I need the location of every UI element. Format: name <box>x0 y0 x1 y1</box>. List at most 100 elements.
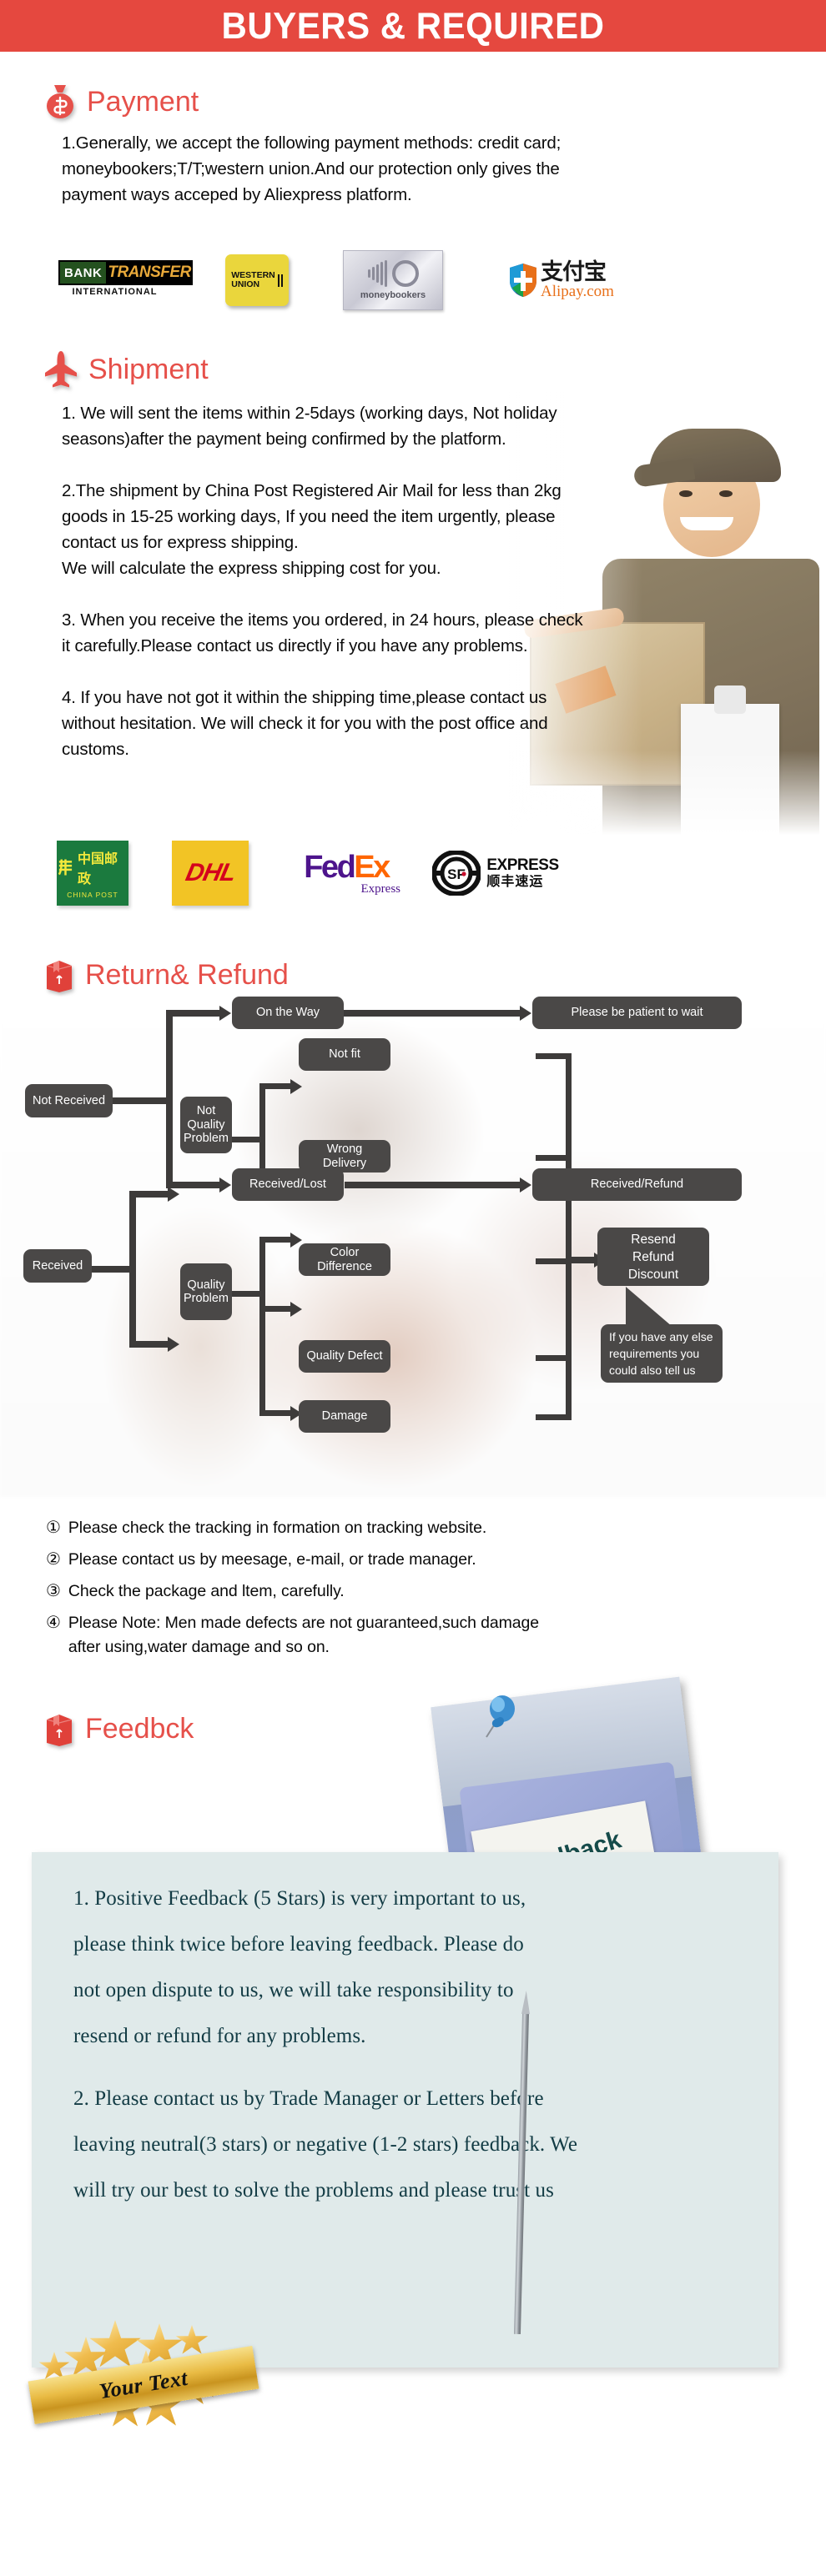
connector <box>166 1010 221 1017</box>
section-heading-payment: Payment <box>43 83 199 120</box>
return-refund-flowchart: Not Received On the Way Please be patien… <box>0 997 826 1497</box>
flow-node-damage: Damage <box>299 1400 390 1433</box>
airplane-icon <box>43 350 78 389</box>
arrow-head-icon <box>168 1337 179 1352</box>
flow-node-wrong-delivery: Wrong Delivery <box>299 1140 390 1173</box>
china-post-logo: 中国邮政 CHINA POST <box>57 841 128 906</box>
dhl-wordmark: DHL <box>183 859 238 886</box>
alipay-chinese-wordmark: 支付宝 <box>541 259 607 284</box>
connector <box>566 1257 596 1263</box>
flow-node-any-else-requirements: If you have any else requirements you co… <box>601 1324 723 1383</box>
section-heading-feedback: Feedbck <box>43 1711 194 1746</box>
alipay-logo: 支付宝 Alipay.com <box>495 254 628 306</box>
shipment-logo-row: 中国邮政 CHINA POST DHL FedEx Express SF EXP… <box>57 838 808 908</box>
connector <box>259 1237 265 1416</box>
sf-express-text: EXPRESS <box>486 856 559 874</box>
flow-node-please-be-patient: Please be patient to wait <box>532 997 742 1029</box>
badge-ribbon-text: Your Text <box>97 2365 189 2404</box>
fedex-ex-text: Ex <box>354 849 390 885</box>
flow-node-color-difference: Color Difference <box>299 1243 390 1276</box>
connector <box>536 1053 572 1059</box>
connector <box>259 1410 292 1416</box>
flow-node-not-received: Not Received <box>25 1084 113 1117</box>
section-heading-return-refund: Return& Refund <box>43 957 289 992</box>
note-text: Check the package and ltem, carefully. <box>68 1582 345 1600</box>
note-item: ④ Please Note: Men made defects are not … <box>46 1611 797 1660</box>
dhl-logo: DHL <box>172 841 249 906</box>
western-union-logo: WESTERN UNION <box>225 254 289 306</box>
wu-line-2: UNION <box>231 279 260 289</box>
connector <box>230 1291 264 1297</box>
connector <box>345 1182 521 1188</box>
note-number: ③ <box>46 1582 61 1600</box>
china-post-chinese-text: 中国邮政 <box>77 852 118 886</box>
note-number: ② <box>46 1550 61 1569</box>
note-number: ① <box>46 1519 61 1537</box>
connector <box>129 1341 169 1348</box>
section-title-return-refund: Return& Refund <box>85 958 289 991</box>
your-text-star-badge: Your Text <box>23 2318 274 2443</box>
connector <box>566 1053 572 1420</box>
note-number: ④ <box>46 1614 61 1632</box>
note-text: Please Note: Men made defects are not gu… <box>68 1614 540 1656</box>
carton-box-icon <box>43 1711 75 1746</box>
connector <box>90 1266 133 1273</box>
connector <box>536 1155 572 1161</box>
alipay-com-wordmark: Alipay.com <box>541 283 614 300</box>
note-item: ③ Check the package and ltem, carefully. <box>46 1579 797 1604</box>
flow-node-not-fit: Not fit <box>299 1038 390 1071</box>
bank-transfer-logo: BANK TRANSFER INTERNATIONAL <box>58 260 193 300</box>
sf-express-logo: SF EXPRESS 顺丰速运 <box>431 844 559 902</box>
buyers-required-page: BUYERS & REQUIRED Payment 1.Generally, w… <box>0 0 826 2576</box>
moneybookers-logo: moneybookers <box>343 250 443 310</box>
section-title-payment: Payment <box>87 85 199 118</box>
push-pin-icon <box>486 1695 515 1738</box>
note-item: ① Please check the tracking in formation… <box>46 1516 797 1540</box>
china-post-emblem-icon <box>58 859 73 876</box>
page-header: BUYERS & REQUIRED <box>0 0 826 52</box>
connector <box>259 1306 292 1312</box>
sf-emblem-icon: SF <box>431 850 482 896</box>
flow-node-quality-problem: Quality Problem <box>180 1263 232 1320</box>
bank-transfer-international-text: INTERNATIONAL <box>72 287 158 297</box>
shipment-body-text: 1. We will sent the items within 2-5days… <box>62 404 583 759</box>
payment-body-text: 1.Generally, we accept the following pay… <box>62 133 562 204</box>
moneybookers-wave-icon <box>367 260 419 287</box>
connector <box>230 1137 264 1142</box>
sf-chinese-text: 顺丰速运 <box>486 875 544 889</box>
flow-node-received-refund: Received/Refund <box>532 1168 742 1201</box>
note-text: Please check the tracking in formation o… <box>68 1519 487 1537</box>
arrow-head-icon <box>520 1178 531 1193</box>
section-heading-shipment: Shipment <box>43 350 209 389</box>
connector <box>536 1414 572 1420</box>
arrow-head-icon <box>520 1006 531 1021</box>
page-title: BUYERS & REQUIRED <box>221 4 605 47</box>
note-text: Please contact us by meesage, e-mail, or… <box>68 1550 476 1569</box>
section-title-feedback: Feedbck <box>85 1712 194 1745</box>
feedback-panel: 1. Positive Feedback (5 Stars) is very i… <box>32 1852 778 2368</box>
feedback-paragraph-1: 1. Positive Feedback (5 Stars) is very i… <box>73 1887 526 2047</box>
section-title-shipment: Shipment <box>88 353 209 385</box>
fedex-fed-text: Fed <box>304 849 356 885</box>
arrow-head-icon <box>219 1006 231 1021</box>
connector <box>166 1010 173 1188</box>
arrow-head-icon <box>290 1079 302 1094</box>
fedex-express-text: Express <box>360 881 401 896</box>
connector <box>129 1191 136 1348</box>
return-refund-notes: ① Please check the tracking in formation… <box>46 1516 797 1667</box>
bank-transfer-bank-text: BANK <box>58 260 108 285</box>
carton-box-icon <box>43 957 75 992</box>
connector <box>129 1191 169 1198</box>
fedex-logo: FedEx Express <box>292 841 400 906</box>
connector <box>259 1237 292 1243</box>
money-bag-icon <box>43 83 77 120</box>
flow-node-resend-refund-discount: Resend Refund Discount <box>597 1228 709 1286</box>
arrow-head-icon <box>219 1178 231 1193</box>
feedback-paragraph-2: 2. Please contact us by Trade Manager or… <box>73 2087 578 2202</box>
payment-logo-row: BANK TRANSFER INTERNATIONAL WESTERN UNIO… <box>58 247 793 314</box>
moneybookers-wordmark: moneybookers <box>360 290 426 300</box>
alipay-shield-icon <box>509 263 537 298</box>
arrow-head-icon <box>168 1187 179 1202</box>
bank-transfer-transfer-text: TRANSFER <box>108 260 193 285</box>
connector <box>113 1097 171 1104</box>
